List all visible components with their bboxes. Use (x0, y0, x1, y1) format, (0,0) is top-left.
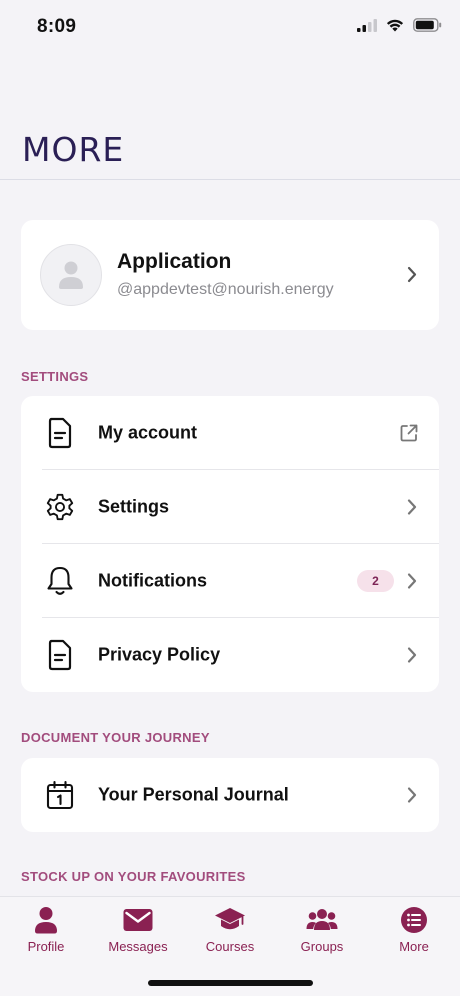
avatar (40, 244, 102, 306)
calendar-icon (45, 779, 75, 811)
chevron-right-icon (407, 647, 417, 663)
status-icons (357, 18, 442, 32)
tab-label: Profile (27, 939, 65, 954)
section-label-settings: SETTINGS (21, 369, 89, 384)
profile-name: Application (117, 250, 232, 273)
tab-groups[interactable]: Groups (276, 905, 368, 954)
chevron-right-icon (407, 266, 417, 283)
home-indicator (148, 980, 313, 986)
menu-list-icon (397, 905, 431, 935)
settings-card: My account Settings Notifications 2 Priv… (21, 396, 439, 692)
gear-icon (45, 491, 75, 523)
tab-label: More (399, 939, 429, 954)
status-bar: 8:09 (0, 0, 460, 56)
graduation-cap-icon (213, 905, 247, 935)
chevron-right-icon (407, 499, 417, 515)
page-header: MORE (22, 130, 124, 169)
menu-item-label: Privacy Policy (98, 644, 221, 665)
menu-item-personal-journal[interactable]: Your Personal Journal (21, 758, 439, 832)
journey-card: Your Personal Journal (21, 758, 439, 832)
menu-item-notifications[interactable]: Notifications 2 (21, 544, 439, 618)
signal-icon (357, 18, 377, 32)
section-label-favourites: STOCK UP ON YOUR FAVOURITES (21, 869, 246, 884)
menu-item-label: My account (98, 422, 198, 443)
avatar-placeholder-icon (59, 261, 83, 289)
chevron-right-icon (407, 573, 417, 589)
menu-item-privacy-policy[interactable]: Privacy Policy (21, 618, 439, 692)
battery-icon (413, 18, 442, 32)
notification-count-badge: 2 (357, 570, 394, 592)
document-icon (45, 639, 75, 671)
envelope-icon (121, 905, 155, 935)
wifi-icon (386, 19, 404, 32)
bell-icon (45, 565, 75, 597)
tab-courses[interactable]: Courses (184, 905, 276, 954)
menu-item-label: Settings (98, 496, 170, 517)
section-label-journey: DOCUMENT YOUR JOURNEY (21, 730, 210, 745)
tab-label: Courses (205, 939, 255, 954)
status-time: 8:09 (37, 16, 77, 37)
menu-item-settings[interactable]: Settings (21, 470, 439, 544)
header-divider (0, 179, 460, 180)
tab-profile[interactable]: Profile (0, 905, 92, 954)
tab-label: Groups (300, 939, 344, 954)
chevron-right-icon (407, 787, 417, 803)
tab-label: Messages (108, 939, 168, 954)
tab-messages[interactable]: Messages (92, 905, 184, 954)
menu-item-my-account[interactable]: My account (21, 396, 439, 470)
page-title: MORE (22, 130, 125, 169)
person-icon (29, 905, 63, 935)
profile-card[interactable]: Application @appdevtest@nourish.energy (21, 220, 439, 330)
external-link-icon (400, 424, 418, 442)
tab-more[interactable]: More (368, 905, 460, 954)
profile-handle: @appdevtest@nourish.energy (117, 281, 334, 298)
document-icon (45, 417, 75, 449)
menu-item-label: Notifications (98, 570, 208, 591)
menu-item-label: Your Personal Journal (98, 784, 289, 805)
group-icon (305, 905, 339, 935)
